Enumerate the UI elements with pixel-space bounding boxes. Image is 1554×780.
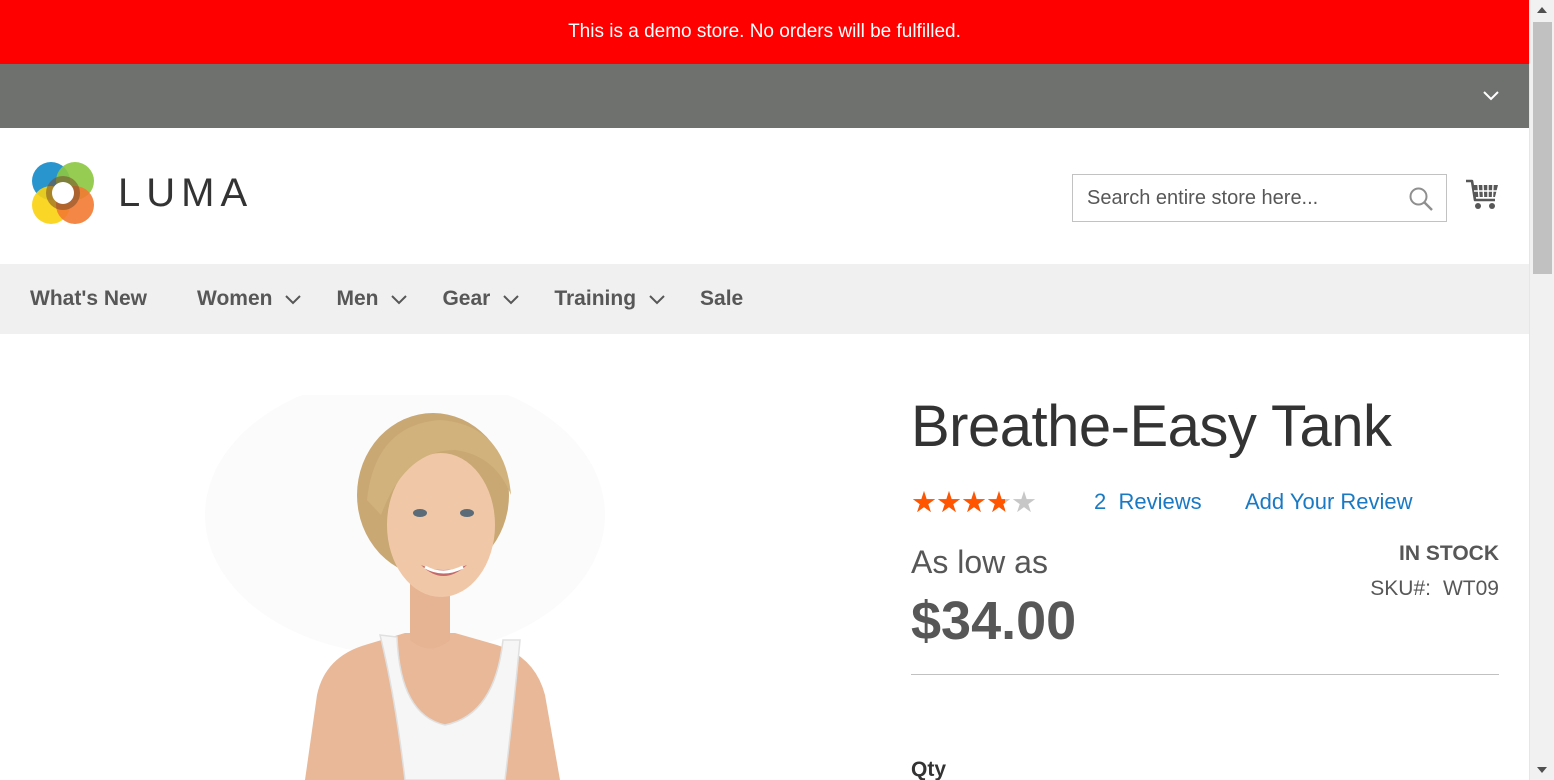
product-title: Breathe-Easy Tank [911, 394, 1392, 459]
scroll-up-arrow-icon[interactable] [1530, 0, 1554, 20]
logo-text: LUMA [118, 170, 254, 215]
demo-notice: This is a demo store. No orders will be … [0, 0, 1529, 64]
nav-item-label: Gear [442, 287, 491, 310]
reviews-link[interactable]: 2 Reviews [1094, 489, 1202, 515]
search-input[interactable] [1073, 175, 1403, 221]
star-icons-filled: ★★★★★ [911, 488, 1005, 518]
site-header: LUMA [0, 128, 1529, 264]
divider [911, 674, 1499, 675]
nav-item-men[interactable]: Men [336, 287, 408, 311]
product-image[interactable] [205, 395, 660, 780]
product-sku: SKU#: WT09 [1370, 577, 1499, 601]
search-icon[interactable] [1408, 186, 1434, 212]
nav-item-sale[interactable]: Sale [700, 287, 743, 311]
panel-header [0, 64, 1529, 128]
nav-item-label: Men [336, 287, 379, 310]
nav-item-label: Training [554, 287, 637, 310]
nav-item-gear[interactable]: Gear [442, 287, 520, 311]
demo-notice-text: This is a demo store. No orders will be … [568, 21, 961, 42]
sku-value: WT09 [1442, 577, 1499, 600]
vertical-scrollbar[interactable] [1529, 0, 1554, 780]
product-photo [205, 395, 660, 780]
product-rating: ★★★★★ ★★★★★ [911, 488, 1045, 518]
add-review-link[interactable]: Add Your Review [1245, 489, 1413, 515]
nav-item-label: What's New [30, 287, 148, 310]
chevron-down-icon [284, 290, 302, 308]
rating-stars: ★★★★★ ★★★★★ [911, 488, 1045, 518]
luma-logo-icon [32, 162, 94, 224]
scrollbar-thumb[interactable] [1533, 22, 1552, 274]
chevron-down-icon [648, 290, 666, 308]
sku-label: SKU#: [1370, 577, 1431, 600]
nav-item-label: Women [197, 287, 273, 310]
nav-item-training[interactable]: Training [554, 287, 666, 311]
chevron-down-icon [502, 290, 520, 308]
nav-item-whats-new[interactable]: What's New [30, 287, 147, 311]
price-prefix: As low as [911, 544, 1048, 580]
logo[interactable]: LUMA [30, 160, 253, 226]
page: This is a demo store. No orders will be … [0, 0, 1529, 780]
nav-item-label: Sale [700, 287, 744, 310]
main-nav: What's New Women Men Gear Training Sale [0, 264, 1529, 334]
stock-status: IN STOCK [1399, 542, 1499, 565]
product-price: $34.00 [911, 591, 1077, 651]
nav-item-women[interactable]: Women [197, 287, 302, 311]
search-box [1072, 174, 1447, 222]
chevron-down-icon[interactable] [1481, 86, 1501, 106]
scroll-down-arrow-icon[interactable] [1530, 760, 1554, 780]
cart-icon[interactable] [1464, 176, 1500, 212]
chevron-down-icon [390, 290, 408, 308]
qty-label: Qty [911, 758, 947, 780]
